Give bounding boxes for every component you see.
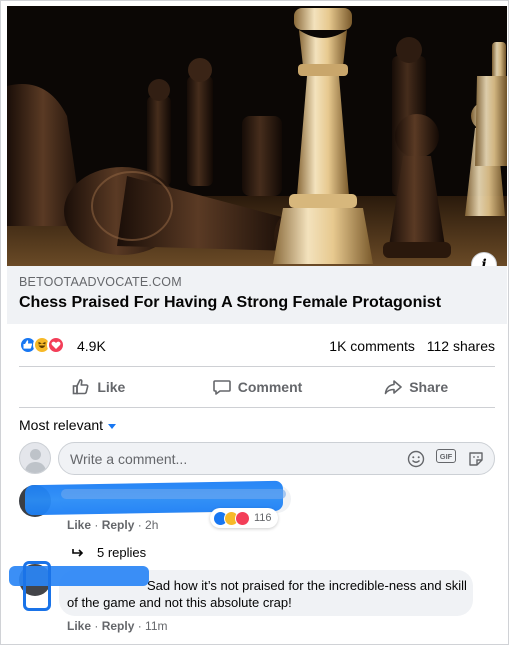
comment-input[interactable]: Write a comment... GIF bbox=[58, 442, 495, 475]
article-image[interactable]: i bbox=[7, 6, 507, 266]
love-reaction-icon bbox=[235, 510, 250, 526]
facebook-post: i BETOOTAADVOCATE.COM Chess Praised For … bbox=[0, 0, 509, 645]
like-label: Like bbox=[97, 379, 126, 395]
action-bar: Like Comment Share bbox=[19, 371, 495, 403]
comment-timestamp[interactable]: 2h bbox=[145, 518, 158, 532]
engagement-counts: 1K comments 112 shares bbox=[321, 338, 495, 354]
reaction-count[interactable]: 4.9K bbox=[77, 338, 106, 354]
divider bbox=[19, 407, 495, 408]
share-button[interactable]: Share bbox=[336, 371, 495, 403]
gif-icon[interactable]: GIF bbox=[436, 449, 456, 463]
comment-sort-label: Most relevant bbox=[19, 417, 104, 433]
replies-count: 5 replies bbox=[97, 545, 147, 560]
composer-tools: GIF bbox=[406, 449, 486, 469]
view-replies-link[interactable]: 5 replies bbox=[71, 545, 146, 560]
comment-sort-dropdown[interactable]: Most relevant bbox=[19, 417, 117, 433]
comment-button[interactable]: Comment bbox=[178, 371, 337, 403]
divider bbox=[19, 366, 495, 367]
caret-down-icon bbox=[108, 423, 117, 429]
redaction-scribble bbox=[61, 489, 286, 499]
comment-reactions[interactable]: 116 bbox=[210, 508, 278, 528]
avatar-body-shape bbox=[25, 462, 46, 473]
emoji-icon[interactable] bbox=[406, 449, 426, 469]
comment-timestamp[interactable]: 11m bbox=[145, 619, 167, 633]
article-domain: BETOOTAADVOCATE.COM bbox=[19, 275, 182, 289]
article-headline[interactable]: Chess Praised For Having A Strong Female… bbox=[19, 294, 495, 312]
comment-reaction-count: 116 bbox=[254, 512, 272, 524]
comment-like-link[interactable]: Like bbox=[67, 518, 91, 532]
post-stats: 4.9K 1K comments 112 shares bbox=[19, 336, 495, 356]
comment-actions: Like · Reply · 2h bbox=[67, 518, 159, 532]
share-arrow-icon bbox=[384, 380, 403, 395]
like-button[interactable]: Like bbox=[19, 371, 178, 403]
chess-pieces-illustration bbox=[7, 6, 507, 266]
comment-reply-link[interactable]: Reply bbox=[102, 518, 135, 532]
sticker-icon[interactable] bbox=[466, 449, 486, 469]
comment-input-placeholder: Write a comment... bbox=[70, 451, 188, 467]
comment-like-link[interactable]: Like bbox=[67, 619, 91, 633]
reaction-icons[interactable] bbox=[19, 336, 65, 354]
redaction-scribble bbox=[23, 561, 51, 611]
shares-count[interactable]: 112 shares bbox=[427, 338, 495, 354]
share-label: Share bbox=[409, 379, 449, 395]
reply-arrow-icon bbox=[72, 548, 84, 557]
comment-actions: Like · Reply · 11m bbox=[67, 619, 168, 633]
comment-label: Comment bbox=[237, 379, 303, 395]
avatar[interactable] bbox=[19, 442, 51, 474]
link-preview[interactable]: BETOOTAADVOCATE.COM Chess Praised For Ha… bbox=[7, 266, 507, 324]
comments-count[interactable]: 1K comments bbox=[329, 338, 415, 354]
comment-icon bbox=[212, 380, 231, 395]
love-reaction-icon bbox=[47, 336, 65, 354]
thumbs-up-icon bbox=[73, 379, 89, 395]
avatar-head-shape bbox=[30, 449, 41, 460]
comment-reply-link[interactable]: Reply bbox=[102, 619, 135, 633]
